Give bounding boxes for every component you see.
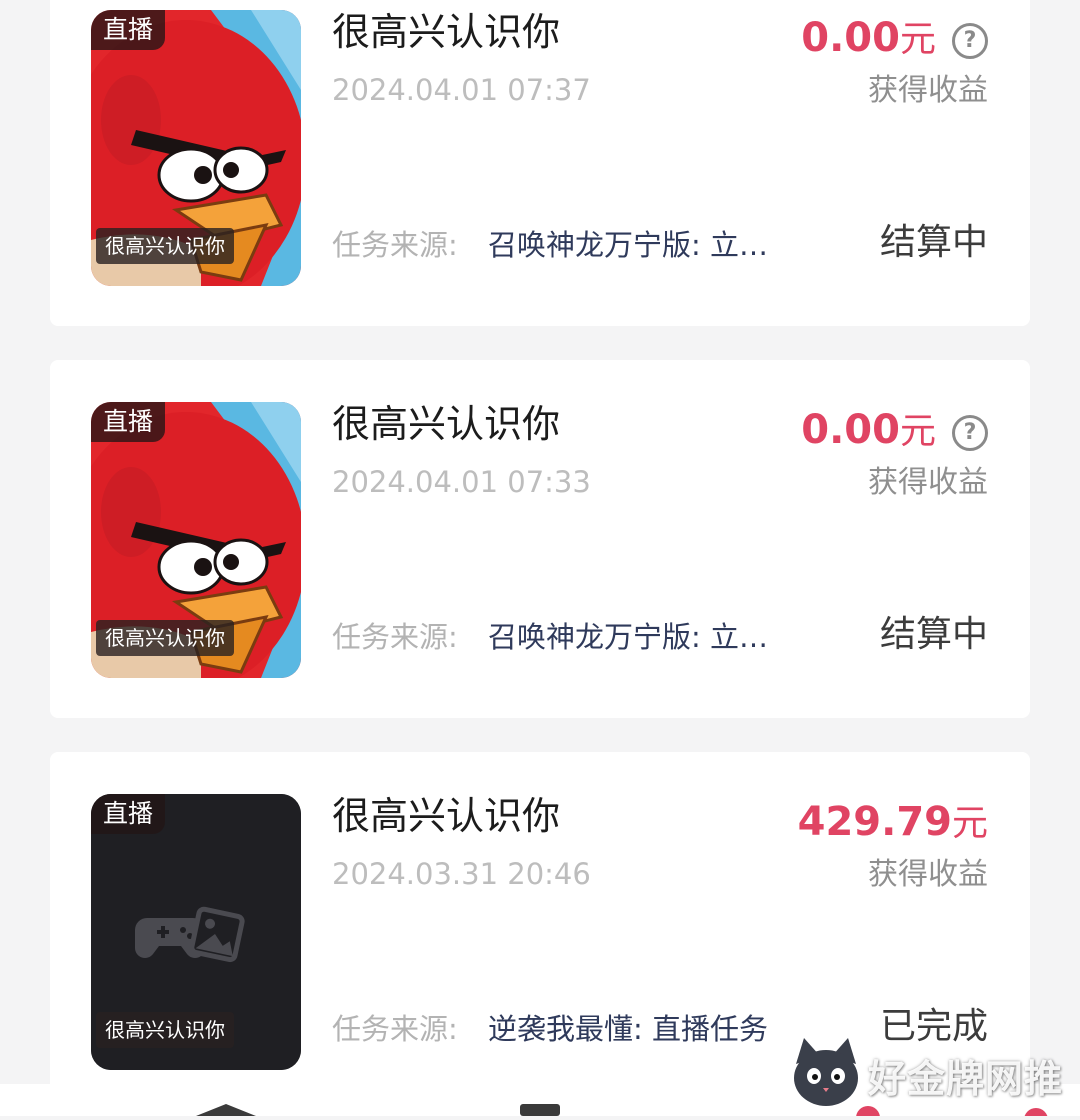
amount-value: 0.00 <box>801 407 900 453</box>
live-thumbnail[interactable]: 直播 很高兴认识你 <box>91 402 301 678</box>
record-date: 2024.04.01 07:37 <box>332 73 591 107</box>
live-thumbnail[interactable]: 直播 很高兴认识你 <box>91 10 301 286</box>
live-badge: 直播 <box>91 402 166 442</box>
task-source-label: 任务来源: <box>332 1012 458 1046</box>
help-question-icon[interactable]: ? <box>952 23 988 59</box>
cat-mascot-icon <box>794 1038 858 1106</box>
settlement-status: 结算中 <box>879 222 988 263</box>
record-title: 很高兴认识你 <box>332 402 561 446</box>
live-thumbnail[interactable]: 直播 很高兴认识你 <box>91 794 301 1070</box>
task-source-value[interactable]: 逆袭我最懂: 直播任务 <box>488 1009 790 1049</box>
watermark: 好金牌网推 <box>786 1030 1076 1116</box>
earning-label: 获得收益 <box>868 857 988 892</box>
home-nav-icon <box>196 1104 256 1116</box>
settlement-status: 结算中 <box>879 614 988 655</box>
watermark-text: 好金牌网推 <box>868 1057 1064 1101</box>
task-source-value[interactable]: 召唤神龙万宁版: 立即下载试玩 <box>488 225 790 265</box>
task-source-label: 任务来源: <box>332 620 458 654</box>
earning-amount: 0.00元 <box>801 408 936 454</box>
earning-label: 获得收益 <box>868 465 988 500</box>
amount-value: 429.79 <box>797 799 952 845</box>
thumbnail-caption: 很高兴认识你 <box>96 1012 234 1048</box>
amount-unit: 元 <box>899 19 936 60</box>
record-title: 很高兴认识你 <box>332 10 561 54</box>
task-source-label: 任务来源: <box>332 228 458 262</box>
earning-record-card[interactable]: 直播 很高兴认识你 很高兴认识你 2024.04.01 07:33 0.00元 … <box>50 360 1030 718</box>
live-badge: 直播 <box>91 10 166 50</box>
help-question-icon[interactable]: ? <box>952 415 988 451</box>
earning-amount: 429.79元 <box>798 800 988 846</box>
record-date: 2024.03.31 20:46 <box>332 857 591 891</box>
thumbnail-caption: 很高兴认识你 <box>96 620 234 656</box>
live-badge: 直播 <box>91 794 166 834</box>
amount-unit: 元 <box>951 803 988 844</box>
amount-value: 0.00 <box>801 15 900 61</box>
thumbnail-caption: 很高兴认识你 <box>96 228 234 264</box>
earning-amount: 0.00元 <box>801 16 936 62</box>
earning-label: 获得收益 <box>868 73 988 108</box>
task-nav-icon <box>520 1104 560 1116</box>
amount-unit: 元 <box>899 411 936 452</box>
record-date: 2024.04.01 07:33 <box>332 465 591 499</box>
earning-record-card[interactable]: 直播 很高兴认识你 很高兴认识你 2024.04.01 07:37 0.00元 … <box>50 0 1030 326</box>
record-title: 很高兴认识你 <box>332 794 561 838</box>
task-source-value[interactable]: 召唤神龙万宁版: 立即下载试玩 <box>488 617 790 657</box>
